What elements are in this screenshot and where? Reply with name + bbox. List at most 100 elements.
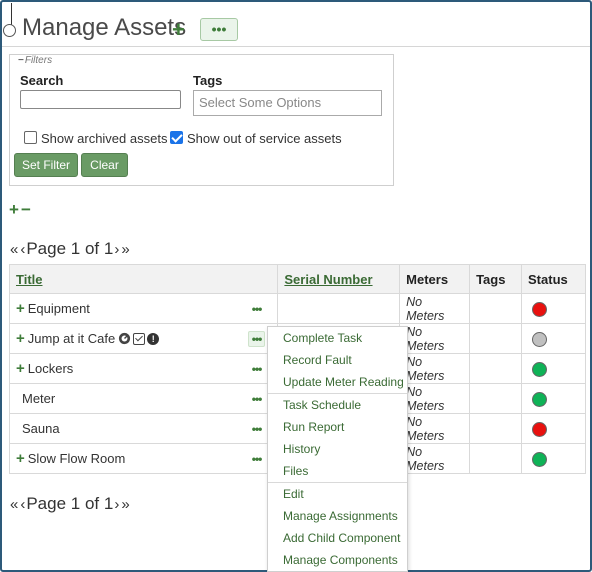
asset-title[interactable]: Equipment xyxy=(28,301,90,316)
show-archived-checkbox[interactable] xyxy=(24,131,37,144)
divider xyxy=(2,46,590,47)
status-cell xyxy=(521,323,586,354)
asset-title[interactable]: Meter xyxy=(22,391,55,406)
last-page-button[interactable]: » xyxy=(121,241,129,258)
status-indicator-icon xyxy=(532,421,548,437)
status-cell xyxy=(521,413,586,444)
menu-item-task-schedule[interactable]: Task Schedule xyxy=(268,394,407,416)
meters-cell: No Meters xyxy=(399,383,471,414)
pager-bottom: «‹Page 1 of 1›» xyxy=(9,494,131,514)
clear-button[interactable]: Clear xyxy=(81,153,128,177)
tags-cell xyxy=(469,383,523,414)
table-row[interactable]: + Equipment ••• No Meters xyxy=(8,293,586,324)
expand-row-icon[interactable]: + xyxy=(16,331,25,346)
filters-legend[interactable]: −Filters xyxy=(16,55,55,66)
meters-cell: No Meters xyxy=(399,353,471,384)
menu-item-complete-task[interactable]: Complete Task xyxy=(268,327,407,349)
collapse-all-button[interactable]: − xyxy=(21,200,33,219)
title-cell: + Slow Flow Room ••• xyxy=(8,443,279,474)
serial-column-header[interactable]: Serial Number xyxy=(277,264,401,294)
tree-controls: +− xyxy=(9,200,33,220)
row-more-button[interactable]: ••• xyxy=(252,362,263,376)
tags-column-header: Tags xyxy=(469,264,523,294)
show-out-of-service-checkbox[interactable] xyxy=(170,131,183,144)
row-more-button[interactable]: ••• xyxy=(252,452,263,466)
checkbox-icon xyxy=(133,332,146,345)
asset-title[interactable]: Sauna xyxy=(22,421,60,436)
prev-page-button[interactable]: ‹ xyxy=(20,241,25,258)
asset-title[interactable]: Lockers xyxy=(28,361,74,376)
table-header-row: Title Serial Number Meters Tags Status xyxy=(8,264,586,294)
meters-cell: No Meters xyxy=(399,443,471,474)
asset-title[interactable]: Jump at it Cafe xyxy=(28,331,115,346)
menu-item-manage-assignments[interactable]: Manage Assignments xyxy=(268,505,407,527)
status-cell xyxy=(521,383,586,414)
meters-cell: No Meters xyxy=(399,293,471,324)
meters-column-header: Meters xyxy=(399,264,471,294)
alert-icon: ! xyxy=(147,332,160,345)
status-indicator-icon xyxy=(532,391,548,407)
page-label: Page 1 of 1 xyxy=(26,494,114,513)
first-page-button[interactable]: « xyxy=(10,241,18,258)
meters-cell: No Meters xyxy=(399,323,471,354)
tags-cell xyxy=(469,323,523,354)
tags-label: Tags xyxy=(193,73,223,88)
menu-item-update-meter-reading[interactable]: Update Meter Reading xyxy=(268,371,407,393)
add-asset-button[interactable]: + xyxy=(172,17,185,43)
status-indicator-icon xyxy=(532,301,548,317)
menu-item-edit[interactable]: Edit xyxy=(268,483,407,505)
page-more-button[interactable]: ••• xyxy=(200,18,238,41)
set-filter-button[interactable]: Set Filter xyxy=(14,153,78,177)
row-more-button[interactable]: ••• xyxy=(252,422,263,436)
last-page-button[interactable]: » xyxy=(121,496,129,513)
status-cell xyxy=(521,443,586,474)
text-cursor xyxy=(11,3,12,25)
status-indicator-icon xyxy=(532,331,548,347)
menu-item-manage-components[interactable]: Manage Components xyxy=(268,549,407,571)
tags-select[interactable]: Select Some Options xyxy=(193,90,382,116)
page-title: Manage Assets xyxy=(22,14,187,41)
meters-cell: No Meters xyxy=(399,413,471,444)
row-more-button[interactable]: ••• xyxy=(252,302,263,316)
menu-item-record-fault[interactable]: Record Fault xyxy=(268,349,407,371)
expand-row-icon[interactable]: + xyxy=(16,361,25,376)
next-page-button[interactable]: › xyxy=(114,241,119,258)
expand-row-icon[interactable]: + xyxy=(16,451,25,466)
collapse-icon[interactable]: − xyxy=(18,55,24,66)
status-cell xyxy=(521,353,586,384)
asset-context-menu: Complete Task Record Fault Update Meter Re… xyxy=(267,326,408,572)
tags-cell xyxy=(469,353,523,384)
status-indicator-icon xyxy=(532,361,548,377)
search-label: Search xyxy=(20,73,64,88)
status-column-header: Status xyxy=(521,264,586,294)
gauge-icon xyxy=(119,332,131,345)
row-more-button[interactable]: ••• xyxy=(247,330,266,347)
status-cell xyxy=(521,293,586,324)
pager-top: «‹Page 1 of 1›» xyxy=(9,239,131,259)
menu-item-run-report[interactable]: Run Report xyxy=(268,416,407,438)
title-cell: Sauna ••• xyxy=(8,413,279,444)
serial-cell xyxy=(277,293,401,324)
next-page-button[interactable]: › xyxy=(114,496,119,513)
expand-all-button[interactable]: + xyxy=(9,200,21,219)
status-indicator-icon xyxy=(532,451,548,467)
search-input[interactable] xyxy=(20,90,181,109)
menu-item-history[interactable]: History xyxy=(268,438,407,460)
title-cell: Meter ••• xyxy=(8,383,279,414)
menu-item-add-child-component[interactable]: Add Child Component xyxy=(268,527,407,549)
asset-indicator-icons: ! xyxy=(118,332,160,345)
row-more-button[interactable]: ••• xyxy=(252,392,263,406)
expand-row-icon[interactable]: + xyxy=(16,301,25,316)
tags-cell xyxy=(469,293,523,324)
title-cell: + Jump at it Cafe! ••• xyxy=(8,323,279,354)
title-cell: + Equipment ••• xyxy=(8,293,279,324)
tags-cell xyxy=(469,413,523,444)
title-column-header[interactable]: Title xyxy=(8,264,279,294)
radio-circle-icon[interactable] xyxy=(3,24,16,37)
menu-item-files[interactable]: Files xyxy=(268,460,407,482)
prev-page-button[interactable]: ‹ xyxy=(20,496,25,513)
title-cell: + Lockers ••• xyxy=(8,353,279,384)
asset-title[interactable]: Slow Flow Room xyxy=(28,451,126,466)
first-page-button[interactable]: « xyxy=(10,496,18,513)
filters-legend-label: Filters xyxy=(24,55,53,66)
